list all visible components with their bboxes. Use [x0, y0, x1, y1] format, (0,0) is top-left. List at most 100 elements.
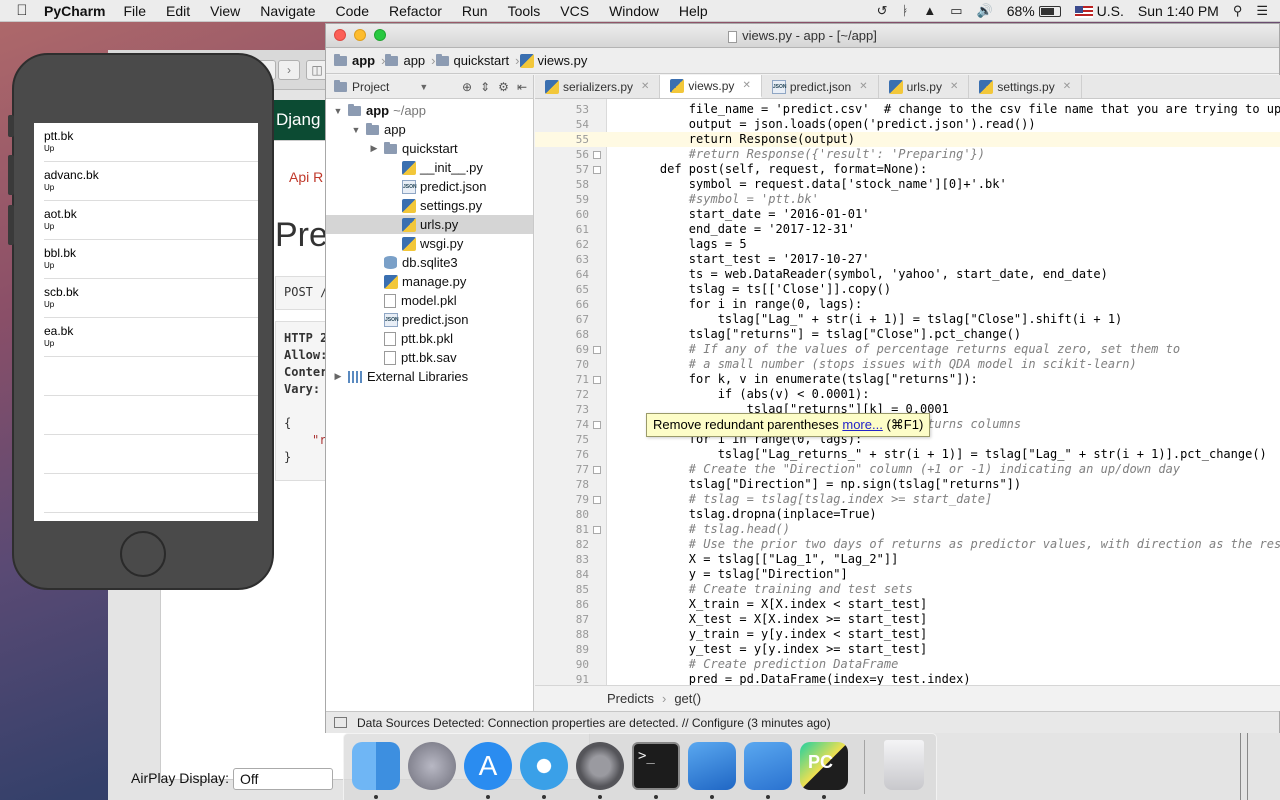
tree-node[interactable]: db.sqlite3 [326, 253, 533, 272]
code-line[interactable]: 76 tslag["Lag_returns_" + str(i + 1)] = … [535, 447, 1280, 462]
settings-gear-icon[interactable]: ⚙ [498, 80, 509, 94]
breadcrumb-method[interactable]: get() [674, 691, 701, 706]
code-line[interactable]: 65 tslag = ts[['Close']].copy() [535, 282, 1280, 297]
breadcrumb-class[interactable]: Predicts [607, 691, 654, 706]
code-line[interactable]: 71 for k, v in enumerate(tslag["returns"… [535, 372, 1280, 387]
tree-node[interactable]: __init__.py [326, 158, 533, 177]
expand-down-icon[interactable]: ▼ [350, 125, 362, 135]
code-area[interactable]: 53 file_name = 'predict.csv' # change to… [535, 99, 1280, 685]
list-item[interactable]: ea.bk Up [44, 318, 258, 357]
close-tab-icon[interactable]: ✕ [1063, 81, 1071, 92]
bluetooth-icon[interactable]: ᛓ [902, 3, 910, 18]
tree-node[interactable]: ▶ quickstart [326, 139, 533, 158]
menu-edit[interactable]: Edit [166, 3, 190, 19]
code-line[interactable]: 85 # Create training and test sets [535, 582, 1280, 597]
mute-switch[interactable] [8, 115, 14, 137]
code-line[interactable]: 57 def post(self, request, format=None): [535, 162, 1280, 177]
code-line[interactable]: 69 # If any of the values of percentage … [535, 342, 1280, 357]
volume-icon[interactable]: 🔊 [977, 3, 993, 19]
tree-node[interactable]: ▶ External Libraries [326, 367, 533, 386]
code-line[interactable]: 67 tslag["Lag_" + str(i + 1)] = tslag["C… [535, 312, 1280, 327]
fold-marker-icon[interactable] [593, 346, 601, 354]
editor-tab[interactable]: views.py ✕ [660, 75, 762, 98]
code-line[interactable]: 83 X = tslag[["Lag_1", "Lag_2"]] [535, 552, 1280, 567]
code-line[interactable]: 89 y_test = y[y.index >= start_test] [535, 642, 1280, 657]
fold-marker-icon[interactable] [593, 376, 601, 384]
close-tab-icon[interactable]: ✕ [950, 81, 958, 92]
tree-node[interactable]: wsgi.py [326, 234, 533, 253]
menu-vcs[interactable]: VCS [560, 3, 589, 19]
chevron-down-icon[interactable]: ▼ [419, 82, 428, 92]
code-line[interactable]: 79 # tslag = tslag[tslag.index >= start_… [535, 492, 1280, 507]
code-line[interactable]: 68 tslag["returns"] = tslag["Close"].pct… [535, 327, 1280, 342]
expand-down-icon[interactable]: ▼ [332, 106, 344, 116]
menu-code[interactable]: Code [336, 3, 369, 19]
scroll-from-source-icon[interactable]: ⊕ [462, 80, 472, 94]
battery-status[interactable]: 68% [1007, 3, 1061, 19]
forward-button[interactable]: › [278, 60, 300, 80]
menu-file[interactable]: File [123, 3, 146, 19]
tree-node[interactable]: JSON predict.json [326, 177, 533, 196]
code-line[interactable]: 81 # tslag.head() [535, 522, 1280, 537]
fold-marker-icon[interactable] [593, 526, 601, 534]
nav-crumb[interactable]: app [334, 53, 375, 68]
pycharm-icon[interactable]: PC [800, 742, 848, 790]
menu-navigate[interactable]: Navigate [260, 3, 315, 19]
list-item[interactable]: bbl.bk Up [44, 240, 258, 279]
finder-icon[interactable] [352, 742, 400, 790]
expand-right-icon[interactable]: ▶ [368, 143, 380, 154]
fold-marker-icon[interactable] [593, 421, 601, 429]
tooltip-more-link[interactable]: more... [842, 417, 882, 432]
home-button[interactable] [120, 531, 166, 577]
clock[interactable]: Sun 1:40 PM [1138, 3, 1219, 19]
code-line[interactable]: 61 end_date = '2017-12-31' [535, 222, 1280, 237]
code-line[interactable]: 82 # Use the prior two days of returns a… [535, 537, 1280, 552]
code-line[interactable]: 91 pred = pd.DataFrame(index=y_test.inde… [535, 672, 1280, 685]
editor-tab[interactable]: settings.py ✕ [969, 75, 1083, 98]
app-store-icon[interactable]: A [464, 742, 512, 790]
status-message[interactable]: Data Sources Detected: Connection proper… [357, 716, 831, 730]
editor-tab[interactable]: urls.py ✕ [879, 75, 970, 98]
nav-crumb[interactable]: app [385, 53, 425, 68]
tree-node[interactable]: manage.py [326, 272, 533, 291]
tree-node[interactable]: settings.py [326, 196, 533, 215]
code-line[interactable]: 88 y_train = y[y.index < start_test] [535, 627, 1280, 642]
menu-tools[interactable]: Tools [508, 3, 541, 19]
list-item[interactable]: ptt.bk Up [44, 123, 258, 162]
input-source-menu[interactable]: U.S. [1074, 3, 1124, 19]
code-line[interactable]: 78 tslag["Direction"] = np.sign(tslag["r… [535, 477, 1280, 492]
tree-node[interactable]: ▼ app ~/app [326, 101, 533, 120]
tree-node[interactable]: ptt.bk.pkl [326, 329, 533, 348]
time-machine-icon[interactable]: ↺ [877, 3, 888, 19]
xcode-icon[interactable] [688, 742, 736, 790]
menu-run[interactable]: Run [462, 3, 488, 19]
simulator-icon[interactable] [744, 742, 792, 790]
editor-tab[interactable]: JSON predict.json ✕ [762, 75, 879, 98]
airplay-icon[interactable]: ▭ [950, 3, 962, 19]
tree-node[interactable]: model.pkl [326, 291, 533, 310]
nav-crumb[interactable]: views.py [519, 53, 587, 68]
menu-refactor[interactable]: Refactor [389, 3, 442, 19]
expand-right-icon[interactable]: ▶ [332, 371, 344, 382]
collapse-all-icon[interactable]: ⇕ [480, 80, 490, 94]
code-line[interactable]: 86 X_train = X[X.index < start_test] [535, 597, 1280, 612]
code-line[interactable]: 90 # Create prediction DataFrame [535, 657, 1280, 672]
code-line[interactable]: 72 if (abs(v) < 0.0001): [535, 387, 1280, 402]
spotlight-icon[interactable]: ⚲ [1233, 3, 1243, 19]
fold-marker-icon[interactable] [593, 496, 601, 504]
code-line[interactable]: 87 X_test = X[X.index >= start_test] [535, 612, 1280, 627]
system-preferences-icon[interactable] [576, 742, 624, 790]
code-line[interactable]: 80 tslag.dropna(inplace=True) [535, 507, 1280, 522]
menu-view[interactable]: View [210, 3, 240, 19]
fold-marker-icon[interactable] [593, 466, 601, 474]
close-tab-icon[interactable]: ✕ [859, 81, 867, 92]
project-view-selector[interactable]: Project [352, 80, 389, 94]
terminal-icon[interactable]: >_ [632, 742, 680, 790]
code-line[interactable]: 77 # Create the "Direction" column (+1 o… [535, 462, 1280, 477]
tree-node[interactable]: urls.py [326, 215, 533, 234]
list-item[interactable]: aot.bk Up [44, 201, 258, 240]
list-item[interactable]: advanc.bk Up [44, 162, 258, 201]
code-line[interactable]: 54 output = json.loads(open('predict.jso… [535, 117, 1280, 132]
code-line[interactable]: 64 ts = web.DataReader(symbol, 'yahoo', … [535, 267, 1280, 282]
fold-marker-icon[interactable] [593, 151, 601, 159]
